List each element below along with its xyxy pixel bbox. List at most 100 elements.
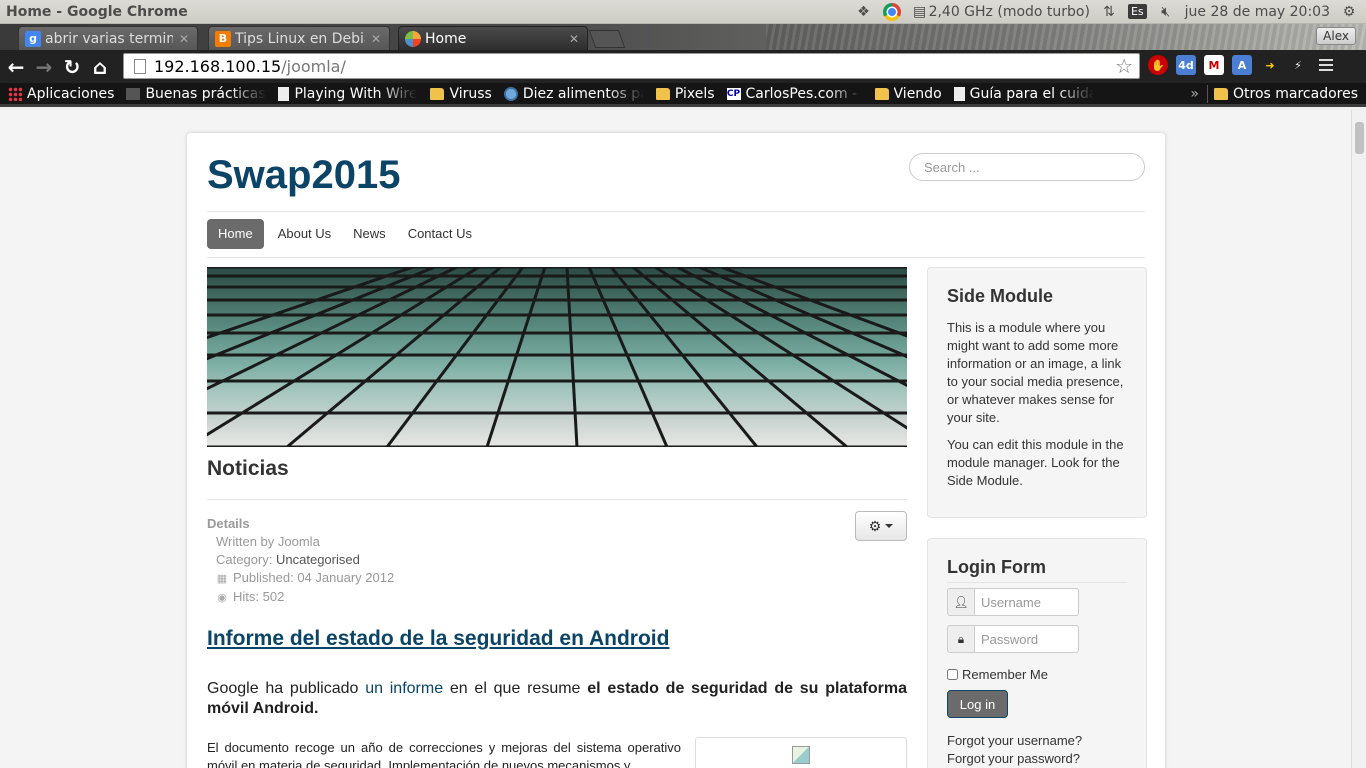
remember-me[interactable]: Remember Me <box>947 667 1127 682</box>
close-tab-icon[interactable]: ✕ <box>371 32 381 46</box>
new-tab-button[interactable] <box>588 30 626 48</box>
calendar-extension-icon[interactable]: 4d <box>1176 55 1196 75</box>
remember-me-checkbox[interactable] <box>947 669 958 680</box>
close-tab-icon[interactable]: ✕ <box>179 32 189 46</box>
site-title-link[interactable]: Swap2015 <box>207 153 400 198</box>
page-scrollbar[interactable] <box>1351 110 1366 768</box>
scrollbar-thumb[interactable] <box>1355 122 1364 154</box>
folder-icon <box>430 87 445 100</box>
gear-icon: ⚙ <box>868 517 882 534</box>
keyboard-layout-indicator[interactable]: Es <box>1127 4 1147 19</box>
blogger-favicon-icon: B <box>215 30 231 47</box>
lead-text-2: en el que resume <box>449 680 581 697</box>
banner-image <box>207 267 907 447</box>
adblock-icon[interactable]: ✋ <box>1148 55 1168 75</box>
article-image-frame <box>695 737 907 768</box>
cpu-freq-label: 2,40 GHz (modo turbo) <box>928 3 1090 20</box>
tab-abrir-varias-terminal[interactable]: g abrir varias terminal ✕ <box>18 26 198 50</box>
folder-icon <box>874 87 889 100</box>
chrome-tray-icon[interactable] <box>882 2 901 21</box>
login-button[interactable]: Log in <box>947 690 1008 718</box>
system-tray: ❖ ▤ 2,40 GHz (modo turbo) ⇅ Es 🔇︎ jue 28 … <box>855 2 1366 21</box>
page-viewport: Swap2015 Home About Us News Contact Us <box>0 110 1366 768</box>
send-to-extension-icon[interactable]: ➜ <box>1260 55 1280 75</box>
cpu-freq-indicator[interactable]: ▤ 2,40 GHz (modo turbo) <box>911 3 1090 21</box>
back-arrow-icon[interactable]: ← <box>2 53 30 81</box>
bookmark-diez-alimentos[interactable]: Diez alimentos pa <box>503 86 644 102</box>
page-heading: Noticias <box>207 457 907 500</box>
bookmark-folder-viruss[interactable]: Viruss <box>430 86 492 102</box>
address-bar[interactable]: 192.168.100.15/joomla/ ☆ <box>123 53 1140 79</box>
network-icon[interactable]: ⇅ <box>1100 3 1118 21</box>
lead-link[interactable]: un informe <box>365 680 443 697</box>
nav-item-news[interactable]: News <box>345 219 394 249</box>
flash-extension-icon[interactable]: ⚡ <box>1288 55 1308 75</box>
login-title: Login Form <box>947 557 1127 583</box>
password-input[interactable] <box>975 625 1079 653</box>
article-tools-button[interactable]: ⚙ <box>855 511 907 541</box>
article-body-text: El documento recoge un año de correccion… <box>207 740 681 768</box>
bookmark-label: Otros marcadores <box>1232 85 1358 102</box>
header-divider <box>207 211 1145 212</box>
profile-button[interactable]: Alex <box>1316 27 1356 45</box>
bookmark-label: Playing With Wire <box>294 85 418 102</box>
username-input[interactable] <box>975 588 1079 616</box>
globe-icon <box>503 86 518 101</box>
lock-icon: 🔒︎ <box>947 625 975 653</box>
article-body: El documento recoge un año de correccion… <box>207 737 907 768</box>
chrome-menu-icon[interactable] <box>1316 55 1336 75</box>
browser-toolbar: ← → ↻ ⌂ 192.168.100.15/joomla/ ☆ ✋ 4d M … <box>0 50 1366 83</box>
bookmark-carlospes[interactable]: CP CarlosPes.com - C <box>726 86 863 102</box>
reload-icon[interactable]: ↻ <box>58 53 86 81</box>
bookmark-label: Guía para el cuida <box>969 85 1094 102</box>
system-gear-icon[interactable]: ⚙ <box>1340 3 1358 21</box>
bookmark-star-icon[interactable]: ☆ <box>1115 54 1133 78</box>
gmail-extension-icon[interactable]: M <box>1204 55 1224 75</box>
forgot-username-link[interactable]: Forgot your username? <box>947 732 1127 750</box>
bookmark-folder-pixels[interactable]: Pixels <box>655 85 715 102</box>
forward-arrow-icon[interactable]: → <box>30 53 58 81</box>
hits-line: ◉ Hits: 502 <box>207 588 907 607</box>
tab-home[interactable]: Home ✕ <box>398 26 588 50</box>
article-title-link[interactable]: Informe del estado de la seguridad en An… <box>207 627 669 651</box>
bookmarks-divider <box>1206 84 1208 103</box>
category-link[interactable]: Uncategorised <box>276 552 360 567</box>
bookmarks-overflow-chevron[interactable]: » <box>1190 86 1199 102</box>
page-icon <box>953 86 965 101</box>
nav-item-contact-us[interactable]: Contact Us <box>400 219 480 249</box>
user-icon: 👤︎ <box>947 588 975 616</box>
bookmark-aplicaciones[interactable]: Aplicaciones <box>8 86 114 102</box>
username-group: 👤︎ <box>947 588 1127 616</box>
broken-image-icon <box>792 746 810 764</box>
translate-extension-icon[interactable]: A <box>1232 55 1252 75</box>
bookmark-buenas-practicas[interactable]: Buenas prácticas <box>126 86 266 102</box>
nav-item-about-us[interactable]: About Us <box>270 219 339 249</box>
site-container: Swap2015 Home About Us News Contact Us <box>186 132 1166 768</box>
category-line: Category: Uncategorised <box>207 551 907 569</box>
main-content: Noticias ⚙ Details Written by Joomla Cat… <box>207 447 907 768</box>
bookmark-folder-otros-marcadores[interactable]: Otros marcadores <box>1213 85 1358 102</box>
home-icon[interactable]: ⌂ <box>86 53 114 81</box>
side-module-text-1: This is a module where you might want to… <box>947 320 1124 425</box>
tab-tips-linux[interactable]: B Tips Linux en Debian ✕ <box>208 26 390 50</box>
nav-item-home[interactable]: Home <box>207 219 264 249</box>
bookmark-label: Aplicaciones <box>27 85 115 102</box>
close-tab-icon[interactable]: ✕ <box>569 32 579 46</box>
volume-muted-icon[interactable]: 🔇︎ <box>1157 3 1175 21</box>
bookmark-guia-cuidado[interactable]: Guía para el cuida <box>953 85 1094 102</box>
remember-me-label: Remember Me <box>962 667 1048 682</box>
dropbox-icon[interactable]: ❖ <box>855 3 873 21</box>
forgot-password-link[interactable]: Forgot your password? <box>947 750 1127 768</box>
cpu-icon: ▤ <box>912 3 927 20</box>
clock[interactable]: jue 28 de may 20:03 <box>1185 4 1330 20</box>
details-label: Details <box>207 516 250 531</box>
bookmark-label: Pixels <box>674 85 715 102</box>
bookmark-playing-with-wire[interactable]: Playing With Wire <box>278 86 418 102</box>
hits-count: Hits: 502 <box>233 589 285 604</box>
bookmark-folder-viendo[interactable]: Viendo <box>874 86 942 102</box>
page-icon <box>134 58 146 74</box>
page-icon <box>278 86 290 101</box>
os-top-panel: Home - Google Chrome ❖ ▤ 2,40 GHz (modo t… <box>0 0 1366 24</box>
site-search-input[interactable] <box>909 153 1145 181</box>
bookmarks-bar: Aplicaciones Buenas prácticas Playing Wi… <box>0 83 1366 107</box>
